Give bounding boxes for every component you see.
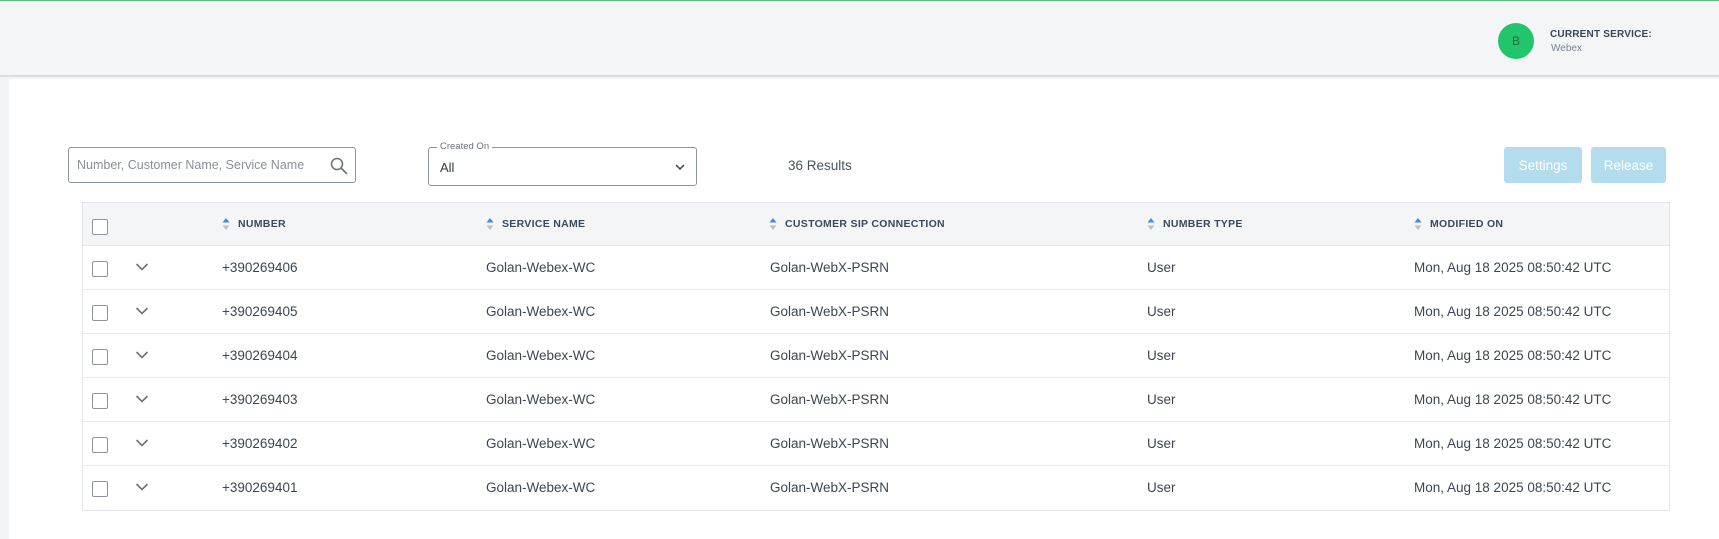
cell-number: +390269401 <box>222 480 298 495</box>
chevron-down-icon <box>675 164 685 171</box>
chevron-down-icon[interactable] <box>135 350 149 360</box>
chevron-down-icon[interactable] <box>135 438 149 448</box>
cell-number-type: User <box>1147 304 1176 319</box>
created-on-select[interactable]: Created On All <box>428 141 697 186</box>
cell-customer-sip-connection: Golan-WebX-PSRN <box>770 260 890 275</box>
cell-service-name: Golan-Webex-WC <box>486 260 596 275</box>
column-header-label: SERVICE NAME <box>502 218 586 230</box>
table-row[interactable]: +390269401 Golan-Webex-WC Golan-WebX-PSR… <box>83 466 1669 510</box>
cell-service-name: Golan-Webex-WC <box>486 392 596 407</box>
cell-modified-on: Mon, Aug 18 2025 08:50:42 UTC <box>1414 304 1612 319</box>
cell-number-type: User <box>1147 260 1176 275</box>
table-row[interactable]: +390269405 Golan-Webex-WC Golan-WebX-PSR… <box>83 290 1669 334</box>
sort-icon[interactable] <box>222 217 230 231</box>
cell-service-name: Golan-Webex-WC <box>486 304 596 319</box>
current-service-label: CURRENT SERVICE: <box>1550 29 1652 40</box>
column-header-number[interactable]: NUMBER <box>222 217 286 231</box>
row-checkbox[interactable] <box>92 437 108 453</box>
sort-icon[interactable] <box>769 217 777 231</box>
cell-customer-sip-connection: Golan-WebX-PSRN <box>770 480 890 495</box>
avatar[interactable]: B <box>1498 23 1534 59</box>
cell-modified-on: Mon, Aug 18 2025 08:50:42 UTC <box>1414 436 1612 451</box>
row-checkbox[interactable] <box>92 305 108 321</box>
cell-modified-on: Mon, Aug 18 2025 08:50:42 UTC <box>1414 392 1612 407</box>
sort-icon[interactable] <box>1147 217 1155 231</box>
row-checkbox[interactable] <box>92 349 108 365</box>
column-header-service-name[interactable]: SERVICE NAME <box>486 217 585 231</box>
cell-number: +390269403 <box>222 392 298 407</box>
column-header-label: CUSTOMER SIP CONNECTION <box>785 218 945 230</box>
table-row[interactable]: +390269406 Golan-Webex-WC Golan-WebX-PSR… <box>83 246 1669 290</box>
column-header-label: NUMBER TYPE <box>1163 218 1243 230</box>
cell-service-name: Golan-Webex-WC <box>486 348 596 363</box>
cell-service-name: Golan-Webex-WC <box>486 436 596 451</box>
cell-customer-sip-connection: Golan-WebX-PSRN <box>770 304 890 319</box>
row-checkbox[interactable] <box>92 481 108 497</box>
results-count: 36 Results <box>788 158 852 173</box>
created-on-value: All <box>440 160 455 175</box>
current-service-value: Webex <box>1551 43 1582 54</box>
column-header-customer-sip-connection[interactable]: CUSTOMER SIP CONNECTION <box>769 217 945 231</box>
cell-number-type: User <box>1147 348 1176 363</box>
table-header: NUMBER SERVICE NAME CUSTOMER SIP CONNECT… <box>83 203 1669 246</box>
release-button[interactable]: Release <box>1591 147 1666 183</box>
chevron-down-icon[interactable] <box>135 262 149 272</box>
top-header: B CURRENT SERVICE: Webex <box>0 0 1719 77</box>
chevron-down-icon[interactable] <box>135 482 149 492</box>
cell-customer-sip-connection: Golan-WebX-PSRN <box>770 436 890 451</box>
cell-customer-sip-connection: Golan-WebX-PSRN <box>770 348 890 363</box>
chevron-down-icon[interactable] <box>135 394 149 404</box>
table-row[interactable]: +390269404 Golan-Webex-WC Golan-WebX-PSR… <box>83 334 1669 378</box>
row-checkbox[interactable] <box>92 261 108 277</box>
cell-number-type: User <box>1147 392 1176 407</box>
table-row[interactable]: +390269403 Golan-Webex-WC Golan-WebX-PSR… <box>83 378 1669 422</box>
sort-icon[interactable] <box>1414 217 1422 231</box>
search-icon[interactable] <box>329 156 349 176</box>
cell-number: +390269404 <box>222 348 298 363</box>
row-checkbox[interactable] <box>92 393 108 409</box>
column-header-label: MODIFIED ON <box>1430 218 1504 230</box>
cell-modified-on: Mon, Aug 18 2025 08:50:42 UTC <box>1414 480 1612 495</box>
table-row[interactable]: +390269402 Golan-Webex-WC Golan-WebX-PSR… <box>83 422 1669 466</box>
created-on-label: Created On <box>437 141 493 152</box>
settings-button[interactable]: Settings <box>1504 147 1582 183</box>
cell-modified-on: Mon, Aug 18 2025 08:50:42 UTC <box>1414 348 1612 363</box>
column-header-modified-on[interactable]: MODIFIED ON <box>1414 217 1503 231</box>
search-box <box>68 147 356 183</box>
chevron-down-icon[interactable] <box>135 306 149 316</box>
cell-modified-on: Mon, Aug 18 2025 08:50:42 UTC <box>1414 260 1612 275</box>
cell-number: +390269406 <box>222 260 298 275</box>
cell-number-type: User <box>1147 436 1176 451</box>
cell-number: +390269405 <box>222 304 298 319</box>
cell-number: +390269402 <box>222 436 298 451</box>
cell-customer-sip-connection: Golan-WebX-PSRN <box>770 392 890 407</box>
cell-service-name: Golan-Webex-WC <box>486 480 596 495</box>
select-all-checkbox[interactable] <box>92 219 108 235</box>
sort-icon[interactable] <box>486 217 494 231</box>
column-header-label: NUMBER <box>238 218 286 230</box>
cell-number-type: User <box>1147 480 1176 495</box>
column-header-number-type[interactable]: NUMBER TYPE <box>1147 217 1243 231</box>
search-input[interactable] <box>77 156 317 174</box>
numbers-table: NUMBER SERVICE NAME CUSTOMER SIP CONNECT… <box>82 202 1670 511</box>
